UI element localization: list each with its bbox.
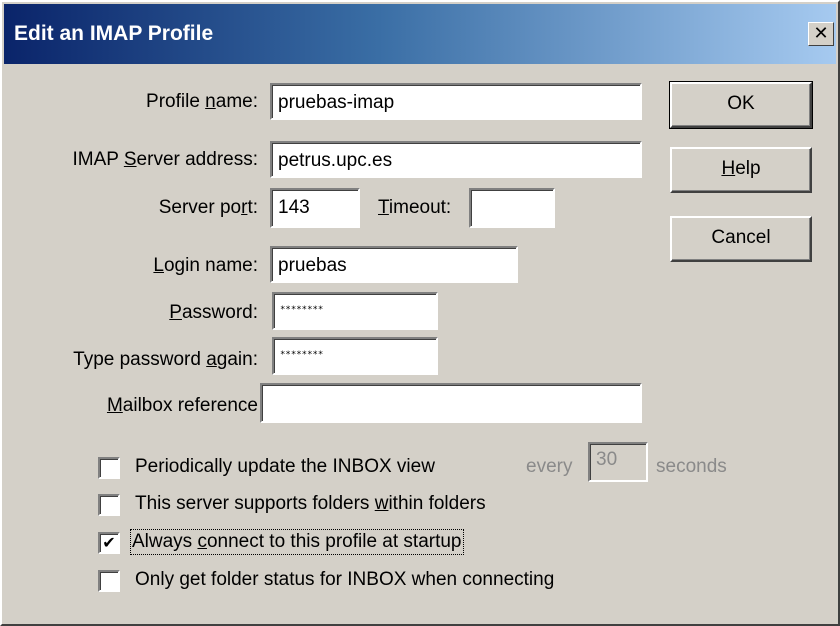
help-button[interactable]: Help bbox=[670, 147, 812, 193]
nested-folders-checkbox[interactable] bbox=[98, 494, 120, 516]
imap-profile-dialog: Edit an IMAP Profile ✕ Profile name: IMA… bbox=[0, 0, 840, 626]
close-icon[interactable]: ✕ bbox=[808, 22, 834, 46]
nested-folders-label[interactable]: This server supports folders within fold… bbox=[135, 493, 486, 515]
ok-button[interactable]: OK bbox=[669, 81, 813, 129]
inbox-status-only-label[interactable]: Only get folder status for INBOX when co… bbox=[135, 569, 554, 591]
mailbox-reference-label: Mailbox reference bbox=[106, 395, 258, 416]
checkmark-icon: ✔ bbox=[102, 533, 116, 552]
password-label: Password: bbox=[169, 302, 258, 323]
password-field[interactable]: ******** bbox=[272, 292, 438, 330]
title-bar[interactable]: Edit an IMAP Profile ✕ bbox=[4, 4, 836, 64]
timeout-label: Timeout: bbox=[378, 197, 452, 218]
server-port-label: Server port: bbox=[158, 197, 258, 218]
connect-at-startup-checkbox[interactable]: ✔ bbox=[98, 532, 120, 554]
periodic-update-label[interactable]: Periodically update the INBOX view bbox=[135, 456, 435, 478]
periodic-update-checkbox[interactable] bbox=[98, 457, 120, 479]
mailbox-reference-field[interactable] bbox=[260, 383, 642, 423]
every-label: every bbox=[526, 456, 573, 477]
update-interval-field: 30 bbox=[588, 442, 648, 482]
login-name-label: Login name: bbox=[153, 255, 258, 276]
login-name-field[interactable]: pruebas bbox=[270, 246, 518, 283]
window-title: Edit an IMAP Profile bbox=[14, 22, 214, 45]
seconds-label: seconds bbox=[656, 456, 727, 477]
cancel-button[interactable]: Cancel bbox=[670, 216, 812, 262]
profile-name-label: Profile name: bbox=[146, 91, 258, 112]
profile-name-field[interactable]: pruebas-imap bbox=[270, 83, 642, 120]
password-again-field[interactable]: ******** bbox=[272, 337, 438, 375]
timeout-field[interactable] bbox=[469, 188, 555, 228]
server-port-field[interactable]: 143 bbox=[270, 188, 360, 228]
connect-at-startup-label[interactable]: Always connect to this profile at startu… bbox=[130, 529, 464, 555]
server-address-label: IMAP Server address: bbox=[72, 149, 258, 170]
password-again-label: Type password again: bbox=[73, 349, 258, 370]
server-address-field[interactable]: petrus.upc.es bbox=[270, 141, 642, 178]
inbox-status-only-checkbox[interactable] bbox=[98, 570, 120, 592]
